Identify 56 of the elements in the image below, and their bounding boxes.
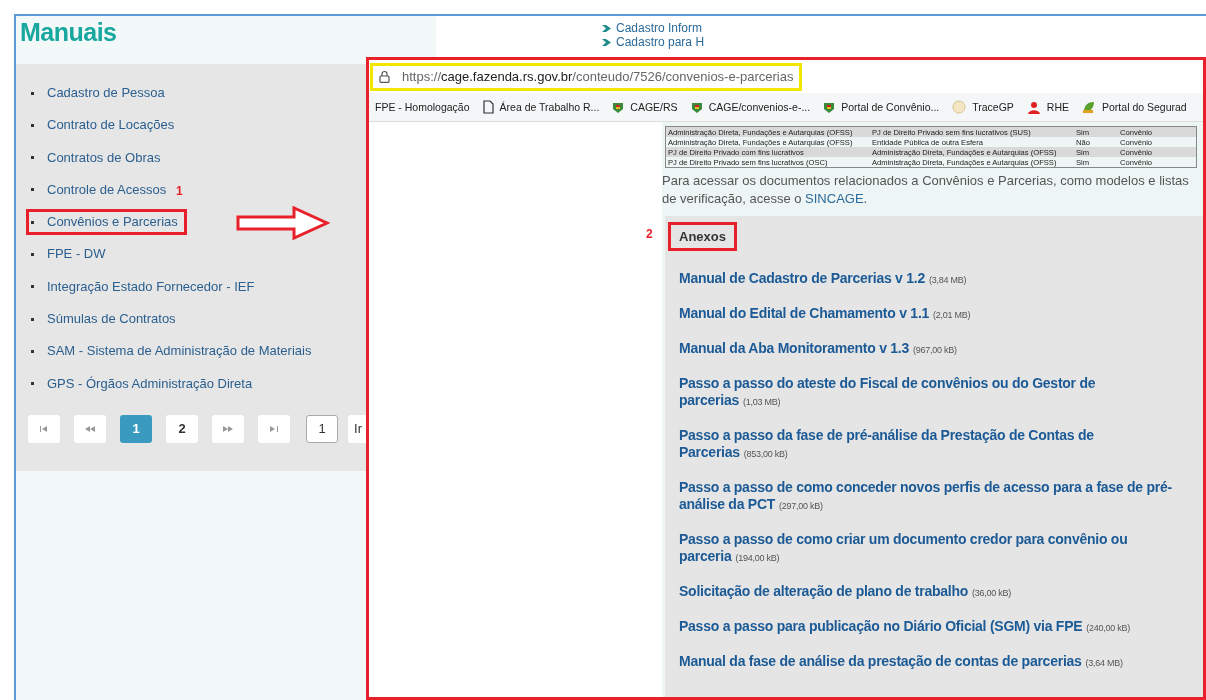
bookmark[interactable]: Área de Trabalho R... xyxy=(482,100,600,114)
address-bar[interactable]: https://cage.fazenda.rs.gov.br/conteudo/7526/convenios-e-parcerias xyxy=(370,62,802,91)
lock-icon xyxy=(379,70,390,83)
manual-link[interactable]: SAM - Sistema de Administração de Materiais xyxy=(26,338,321,365)
attachment-link[interactable]: Manual da Aba Monitoramento v 1.3 (967,00 kB) xyxy=(679,340,1173,359)
first-page-icon xyxy=(40,425,48,432)
manual-link[interactable]: Súmulas de Contratos xyxy=(26,306,185,333)
manual-link[interactable]: Controle de Acessos xyxy=(26,176,176,203)
manual-link[interactable]: Contratos de Obras xyxy=(26,144,170,171)
side-link[interactable]: Cadastro Inform xyxy=(616,21,703,35)
attachment-link[interactable]: Manual do Edital de Chamamento v 1.1 (2,01 MB) xyxy=(679,305,1173,324)
attachment-link[interactable]: Manual da fase de análise da prestação de contas de parcerias (3,64 MB) xyxy=(679,653,1173,672)
manual-link[interactable]: FPE - DW xyxy=(26,241,115,268)
page-input[interactable]: 1 xyxy=(306,414,338,443)
side-link[interactable]: Cadastro para H xyxy=(616,35,705,49)
go-button[interactable]: Ir xyxy=(348,414,368,443)
attachment-link[interactable]: Passo a passo do ateste do Fiscal de convênios ou do Gestor de parcerias (1,03 MB) xyxy=(679,375,1173,411)
attachments-heading: Anexos xyxy=(668,222,737,251)
attachment-link[interactable]: Passo a passo de como conceder novos perfis de acesso para a fase de pré-análise da PCT (297,00 kB) xyxy=(679,479,1173,515)
previous-page-button[interactable] xyxy=(74,414,106,443)
page-number-button[interactable]: 2 xyxy=(166,414,198,443)
manual-link[interactable]: GPS - Órgãos Administração Direta xyxy=(26,370,262,397)
first-page-button[interactable] xyxy=(28,414,60,443)
page-icon xyxy=(482,100,494,114)
bookmark[interactable]: Portal do Segurad xyxy=(1082,100,1187,114)
bookmark[interactable]: Portal de Convênio... xyxy=(823,100,940,114)
leaf-icon xyxy=(1082,100,1097,114)
person-icon xyxy=(1026,100,1041,114)
step-marker: 1 xyxy=(176,184,183,198)
crest-icon xyxy=(690,100,703,114)
next-page-icon xyxy=(223,425,233,432)
page-title: Manuais xyxy=(19,17,118,48)
notice-text: Para acessar os documentos relacionados a Convênios e Parcerias, como modelos e listas de verificação, acesse o SINCAGE. xyxy=(662,172,1190,208)
manual-link[interactable]: Integração Estado Fornecedor - IEF xyxy=(26,273,264,300)
bookmark[interactable]: CAGE/convenios-e-... xyxy=(690,100,811,114)
next-page-button[interactable] xyxy=(212,414,244,443)
step-marker: 2 xyxy=(646,227,653,241)
attachment-link[interactable]: Passo a passo para publicação no Diário Oficial (SGM) via FPE (240,00 kB) xyxy=(679,618,1173,637)
manual-link[interactable]: Cadastro de Pessoa xyxy=(26,80,174,106)
bookmark[interactable]: FPE - Homologação xyxy=(375,101,470,113)
last-page-button[interactable] xyxy=(258,414,290,443)
bookmark[interactable]: CAGE/RS xyxy=(612,100,678,114)
attachment-link[interactable]: Passo a passo de como criar um documento credor para convênio ou parceria (194,00 kB) xyxy=(679,531,1173,567)
manual-link[interactable]: Convênios e Parcerias xyxy=(26,209,187,236)
attachment-link[interactable]: Manual de Cadastro de Parcerias v 1.2 (3,84 MB) xyxy=(679,270,1173,289)
last-page-icon xyxy=(270,425,278,432)
crest-icon xyxy=(612,100,625,114)
bookmark[interactable]: RHE xyxy=(1026,100,1070,114)
attachment-link[interactable]: Solicitação de alteração de plano de trabalho (36,00 kB) xyxy=(679,583,1173,602)
bookmark[interactable]: TraceGP xyxy=(952,100,1014,114)
globe-icon xyxy=(952,100,967,114)
sincage-link[interactable]: SINCAGE xyxy=(805,191,864,206)
crest-icon xyxy=(823,100,836,114)
previous-page-icon xyxy=(85,425,95,432)
manual-link[interactable]: Contrato de Locações xyxy=(26,112,184,139)
attachment-link[interactable]: Passo a passo da fase de pré-análise da Prestação de Contas de Parcerias (853,00 kB) xyxy=(679,427,1173,463)
